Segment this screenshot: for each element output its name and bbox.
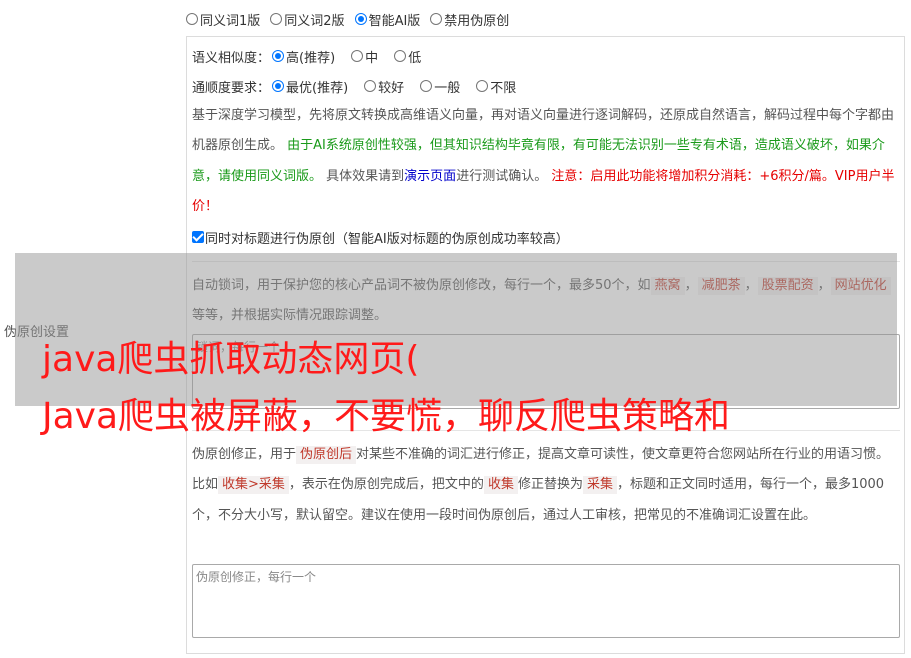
correction-text: 修正替换为	[517, 477, 583, 493]
radio-icon[interactable]	[476, 80, 489, 92]
version-option-synonym2[interactable]: 同义词2版	[270, 10, 345, 29]
radio-checked-icon[interactable]	[272, 50, 285, 62]
similarity-option-label: 中	[365, 50, 379, 66]
similarity-label: 语义相似度：	[192, 50, 271, 66]
fluency-option-good[interactable]: 较好	[364, 77, 404, 96]
fluency-option-label: 最优(推荐)	[286, 80, 349, 96]
correction-description: 伪原创修正，用于 伪原创后 对某些不准确的词汇进行修正，提高文章可读性，使文章更符合…	[192, 440, 900, 531]
radio-checked-icon[interactable]	[272, 80, 285, 92]
fluency-label: 通顺度要求：	[192, 80, 271, 96]
keyword-example: 伪原创后	[296, 446, 357, 464]
radio-icon[interactable]	[270, 13, 283, 25]
similarity-option-medium[interactable]: 中	[351, 47, 378, 66]
version-option-label: 同义词2版	[284, 13, 345, 29]
version-option-disable[interactable]: 禁用伪原创	[430, 10, 509, 29]
keyword-example: 收集>采集	[218, 476, 289, 495]
headline-line-1: java爬虫抓取动态网页(	[42, 339, 420, 380]
correction-text: 伪原创修正，用于	[192, 447, 297, 462]
similarity-option-high[interactable]: 高(推荐)	[272, 47, 335, 66]
title-rewrite-checkbox[interactable]: 同时对标题进行伪原创（智能AI版对标题的伪原创成功率较高）	[192, 227, 569, 247]
radio-icon[interactable]	[420, 80, 433, 92]
ai-description: 基于深度学习模型，先将原文转换成高维语义向量，再对语义向量进行逐词解码，还原成自…	[192, 101, 900, 222]
fluency-option-label: 一般	[434, 80, 461, 96]
fluency-row: 通顺度要求： 最优(推荐) 较好 一般 不限	[192, 76, 526, 96]
title-rewrite-label: 同时对标题进行伪原创（智能AI版对标题的伪原创成功率较高）	[205, 231, 569, 247]
headline-line-2: Java爬虫被屏蔽，不要慌，聊反爬虫策略和	[42, 396, 731, 437]
fluency-option-best[interactable]: 最优(推荐)	[272, 77, 348, 96]
fluency-option-unlimited[interactable]: 不限	[476, 77, 516, 96]
keyword-example: 收集	[483, 476, 518, 495]
version-radio-group: 同义词1版 同义词2版 智能AI版 禁用伪原创	[186, 9, 519, 29]
article-title-overlay	[15, 253, 897, 406]
radio-icon[interactable]	[186, 13, 198, 25]
radio-checked-icon[interactable]	[354, 13, 367, 25]
version-option-ai[interactable]: 智能AI版	[354, 10, 421, 29]
demo-page-link[interactable]: 演示页面	[404, 169, 456, 184]
radio-icon[interactable]	[430, 13, 443, 25]
similarity-row: 语义相似度： 高(推荐) 中 低	[192, 46, 431, 66]
fluency-option-normal[interactable]: 一般	[420, 77, 460, 96]
fluency-option-label: 不限	[490, 80, 517, 96]
version-option-label: 同义词1版	[200, 13, 261, 29]
version-option-label: 智能AI版	[368, 13, 421, 29]
checkbox-checked-icon[interactable]	[192, 231, 204, 243]
correction-textarea[interactable]	[192, 564, 900, 638]
similarity-option-label: 低	[408, 50, 422, 66]
version-option-synonym1[interactable]: 同义词1版	[186, 10, 260, 29]
fluency-option-label: 较好	[378, 80, 405, 96]
similarity-option-label: 高(推荐)	[286, 50, 336, 66]
description-test-prefix: 具体效果请到	[326, 168, 405, 184]
radio-icon[interactable]	[364, 80, 377, 92]
description-test-suffix: 进行测试确认。	[456, 168, 548, 184]
correction-text: ，表示在伪原创完成后，把文中的	[288, 477, 484, 493]
version-option-label: 禁用伪原创	[444, 13, 510, 29]
keyword-example: 采集	[582, 476, 617, 495]
similarity-option-low[interactable]: 低	[394, 47, 421, 66]
radio-icon[interactable]	[394, 50, 407, 62]
radio-icon[interactable]	[351, 50, 364, 62]
